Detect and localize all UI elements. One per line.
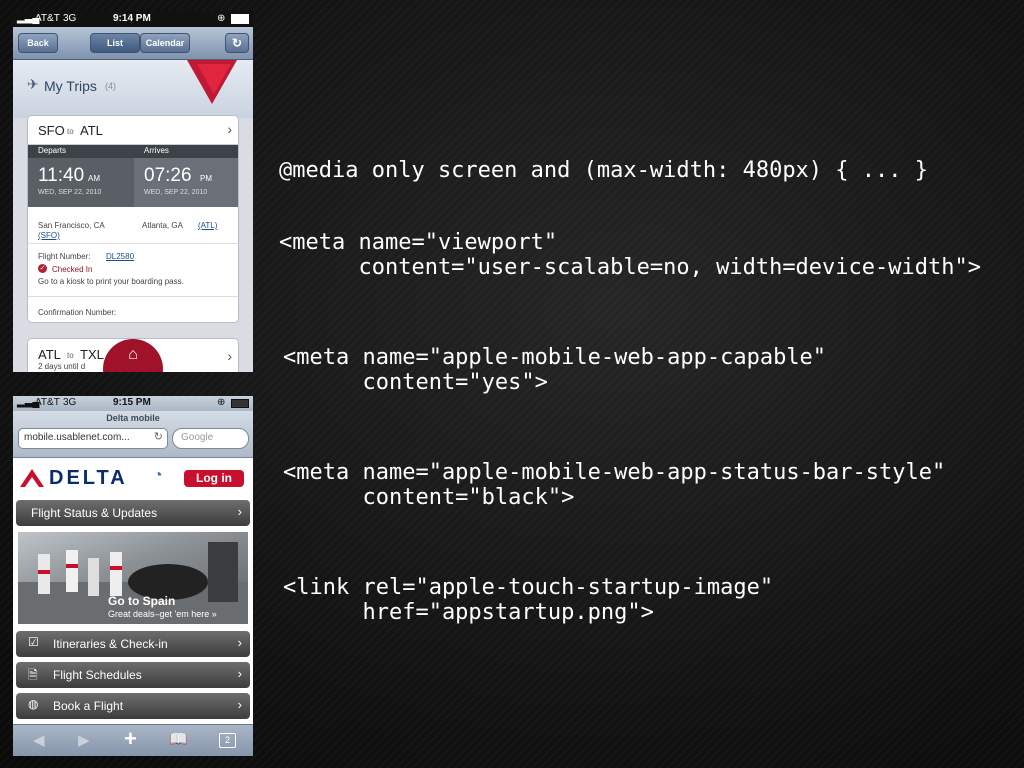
flight-number-label: Flight Number: [38,252,91,261]
page-content: DELTA ◔ Log in Flight Status & Updates ›… [13,459,253,729]
confirmation-label: Confirmation Number: [38,308,117,317]
menu-flight-schedules[interactable]: 🗎 Flight Schedules › [16,662,250,688]
code-meta-status-bar-style: <meta name="apple-mobile-web-app-status-… [283,460,946,510]
code-meta-viewport: <meta name="viewport" content="user-scal… [279,230,981,280]
menu-flight-status[interactable]: Flight Status & Updates › [16,500,250,526]
time-panel: Departs Arrives 11:40 AM WED, SEP 22, 20… [28,145,238,207]
departs-label: Departs [38,146,67,155]
chevron-right-icon: › [237,504,242,519]
chevron-right-icon: › [237,697,242,712]
lock-icon: ⊕ [217,13,226,24]
trip-route-destination: TXL [80,347,104,362]
airplane-icon: ✈ [27,76,39,92]
code-link-startup-image: <link rel="apple-touch-startup-image" hr… [283,575,774,625]
phone-screenshot-delta-mobile: ▂▃▄ AT&T 3G 9:15 PM ⊕ Delta mobile mobil… [13,396,253,756]
trip-route-to: to [67,127,74,136]
search-field[interactable]: Google [172,428,249,449]
checklist-icon: ☑ [28,635,39,649]
chevron-right-icon: › [237,666,242,681]
clock: 9:15 PM [113,397,151,408]
safari-bottom-bar: ◀ ▶ + 📖 2 [13,724,253,756]
trip-route-origin: ATL [38,347,61,362]
depart-time: 11:40 [38,165,85,186]
origin-city: San Francisco, CA [38,221,105,230]
carrier-label: AT&T [35,397,60,408]
login-button[interactable]: Log in [184,470,244,487]
check-icon: ✓ [38,264,47,273]
arrives-label: Arrives [144,146,169,155]
depart-ampm: AM [88,174,100,183]
add-bookmark-icon[interactable]: + [124,726,137,752]
promo-banner[interactable]: Go to Spain Great deals–get 'em here » [18,532,248,624]
home-icon: ⌂ [128,346,138,363]
url-field[interactable]: mobile.usablenet.com... ↻ [18,428,168,449]
code-media-query: @media only screen and (max-width: 480px… [279,158,929,183]
tabs-icon[interactable]: 2 [219,733,236,748]
search-placeholder: Google [181,432,214,443]
kiosk-note: Go to a kiosk to print your boarding pas… [38,277,184,286]
browser-page-title: Delta mobile [106,413,160,423]
trip-route-destination: ATL [80,123,103,138]
menu-label: Flight Status & Updates [31,506,158,520]
refresh-icon[interactable]: ↻ [225,33,249,53]
menu-label: Itineraries & Check-in [53,637,168,651]
globe-icon: ◍ [28,697,39,711]
chevron-right-icon: › [227,348,232,364]
page-title: My Trips [44,78,97,94]
nav-bar: Back List Calendar ↻ [13,27,253,60]
checked-in-status: Checked In [52,265,93,274]
status-bar: ▂▃▄ AT&T 3G 9:14 PM ⊕ [13,11,253,27]
reload-icon[interactable]: ↻ [154,430,163,443]
arrive-date: WED, SEP 22, 2010 [144,189,208,196]
delta-widget-icon [187,60,237,104]
status-bar: ▂▃▄ AT&T 3G 9:15 PM ⊕ [13,396,253,411]
bookmarks-icon[interactable]: 📖 [169,730,188,748]
dest-code-link[interactable]: (ATL) [198,221,217,230]
back-button[interactable]: Back [18,33,58,53]
menu-label: Book a Flight [53,699,124,713]
forward-arrow-icon[interactable]: ▶ [78,731,90,749]
safari-toolbar: Delta mobile mobile.usablenet.com... ↻ G… [13,411,253,458]
lock-icon: ⊕ [217,397,226,408]
flight-number-link[interactable]: DL2580 [106,252,134,261]
chevron-right-icon: › [227,121,232,137]
trip-route-origin: SFO [38,123,65,138]
menu-label: Flight Schedules [53,668,142,682]
network-label: 3G [63,397,77,408]
arrive-ampm: PM [200,174,212,183]
network-label: 3G [63,13,77,24]
skyteam-icon: ◔ [153,467,163,484]
menu-book-flight[interactable]: ◍ Book a Flight › [16,693,250,719]
promo-subtitle: Great deals–get 'em here » [108,609,217,619]
carrier-label: AT&T [35,13,60,24]
origin-code-link[interactable]: (SFO) [38,231,60,240]
url-text: mobile.usablenet.com... [24,432,130,443]
trip-countdown: 2 days until d [38,362,86,371]
tab-calendar[interactable]: Calendar [140,33,190,53]
phone-screenshot-my-trips: ▂▃▄ AT&T 3G 9:14 PM ⊕ Back List Calendar… [13,11,253,372]
trip-route-to: to [67,351,74,360]
menu-itineraries[interactable]: ☑ Itineraries & Check-in › [16,631,250,657]
schedule-icon: 🗎 [28,668,38,682]
trips-header: ✈ My Trips (4) [13,60,253,118]
clock: 9:14 PM [113,13,151,24]
trip-count: (4) [105,81,116,91]
trip-card-sfo-atl[interactable]: SFO to ATL › Departs Arrives 11:40 AM WE… [27,115,239,323]
back-arrow-icon[interactable]: ◀ [33,731,45,749]
delta-logo-text: DELTA [49,467,128,489]
promo-title: Go to Spain [108,594,176,608]
code-meta-web-app-capable: <meta name="apple-mobile-web-app-capable… [283,345,827,395]
battery-icon [231,14,249,24]
delta-logo-icon [20,469,44,487]
chevron-right-icon: › [237,635,242,650]
battery-icon [231,399,249,408]
tab-list[interactable]: List [90,33,140,53]
arrive-time: 07:26 [144,165,192,186]
dest-city: Atlanta, GA [142,221,183,230]
depart-date: WED, SEP 22, 2010 [38,189,102,196]
